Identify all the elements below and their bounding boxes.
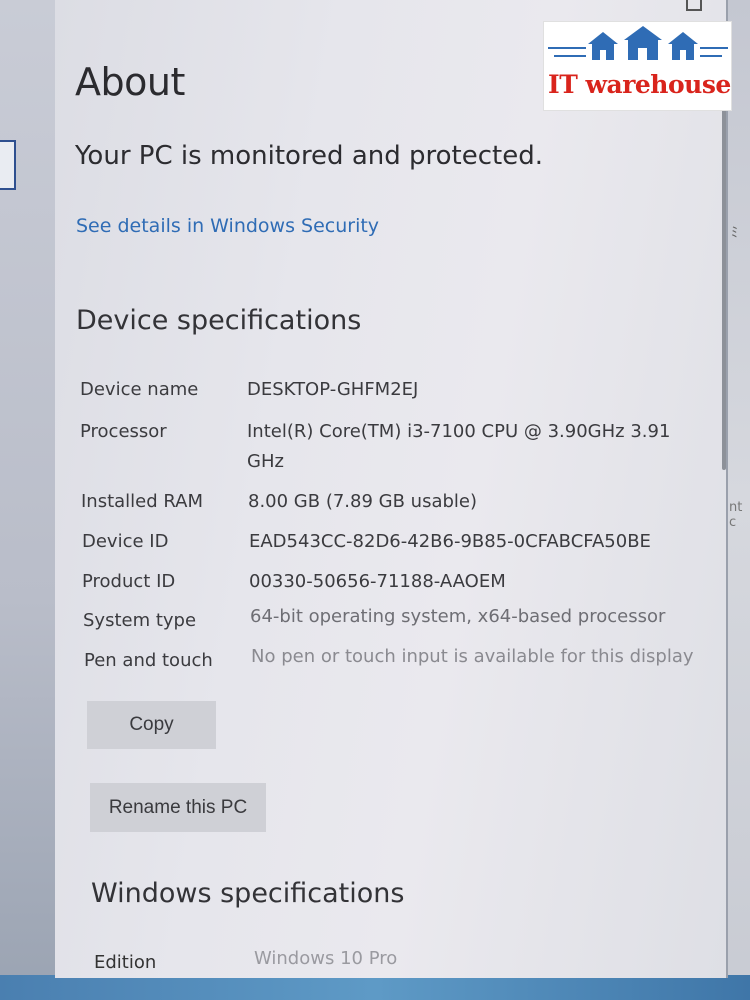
taskbar-strip	[0, 975, 750, 1000]
spec-label: Product ID	[82, 571, 176, 592]
spec-label: Device ID	[82, 531, 169, 552]
spec-label: Processor	[80, 421, 167, 442]
spec-value: 8.00 GB (7.89 GB usable)	[248, 491, 477, 512]
spec-value: DESKTOP-GHFM2EJ	[247, 379, 419, 400]
spec-label: Edition	[94, 952, 157, 973]
device-specifications-heading: Device specifications	[76, 305, 362, 336]
page-title: About	[75, 60, 185, 104]
spec-label: System type	[83, 610, 197, 631]
windows-specifications-heading: Windows specifications	[91, 878, 405, 909]
spec-value: No pen or touch input is available for t…	[251, 646, 694, 667]
it-warehouse-watermark: IT warehouse	[543, 21, 732, 111]
rename-pc-button[interactable]: Rename this PC	[90, 783, 266, 832]
spec-value: 00330-50656-71188-AAOEM	[249, 571, 506, 592]
windows-security-link[interactable]: See details in Windows Security	[76, 215, 379, 237]
background-text-fragment: nt c	[729, 500, 743, 530]
protection-status: Your PC is monitored and protected.	[75, 141, 543, 171]
close-icon[interactable]: ✕	[745, 0, 750, 16]
warehouse-houses-icon	[548, 26, 728, 60]
maximize-icon[interactable]	[682, 0, 706, 14]
spec-label: Pen and touch	[84, 650, 213, 671]
background-mark-fragment: ﾐ	[731, 225, 738, 241]
spec-value: Intel(R) Core(TM) i3-7100 CPU @ 3.90GHz …	[247, 421, 671, 472]
spec-value: EAD543CC-82D6-42B6-9B85-0CFABCFA50BE	[249, 531, 651, 552]
spec-label: Device name	[80, 379, 199, 400]
spec-label: Installed RAM	[81, 491, 204, 512]
spec-value: 64-bit operating system, x64-based proce…	[250, 606, 666, 627]
watermark-text: IT warehouse	[548, 70, 731, 99]
background-window-control	[0, 140, 16, 190]
spec-value: Windows 10 Pro	[254, 948, 398, 969]
copy-button[interactable]: Copy	[87, 701, 216, 749]
